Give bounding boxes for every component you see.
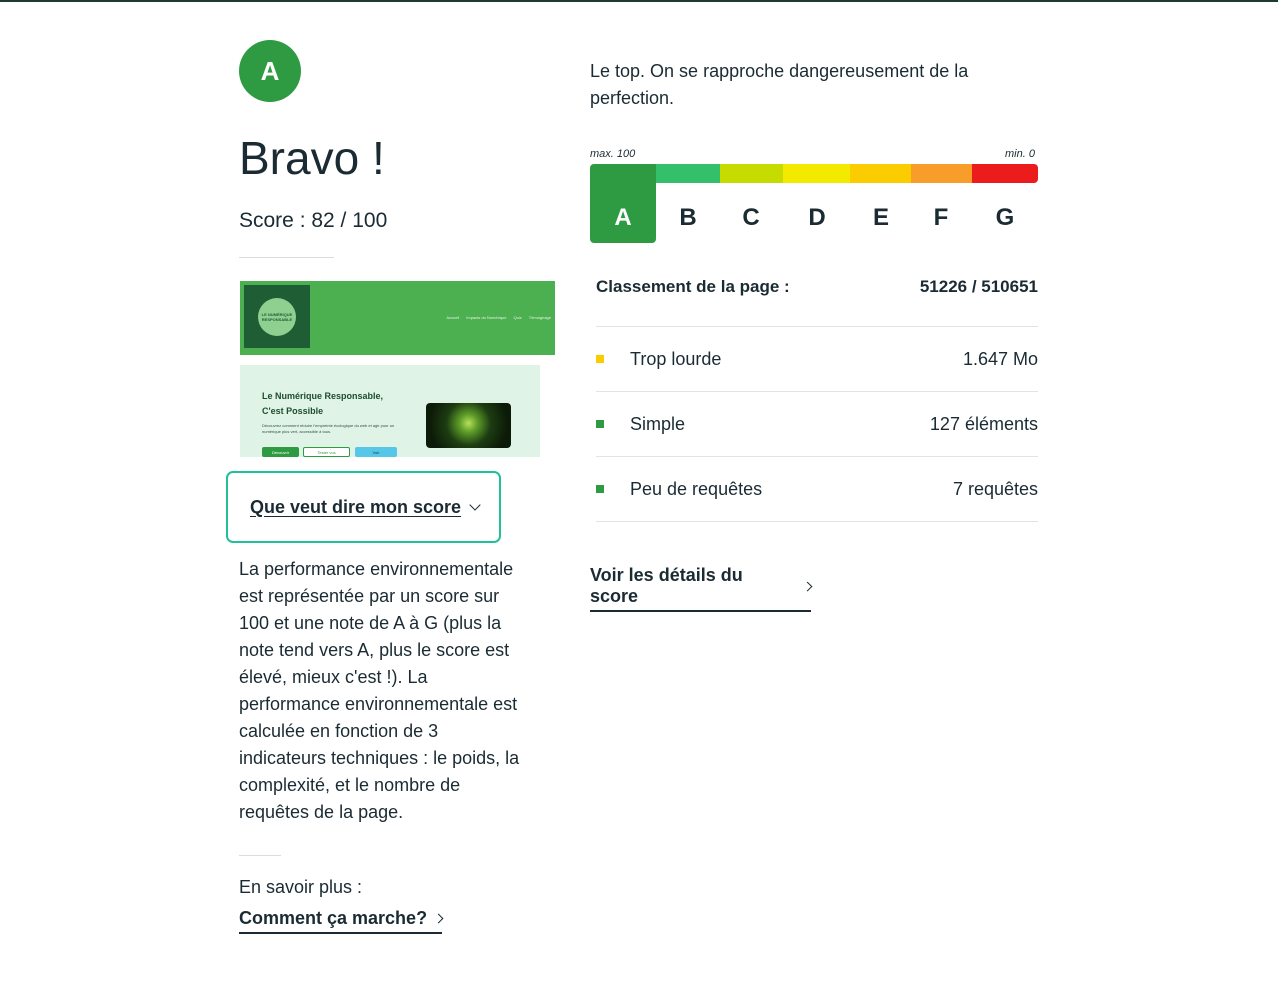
divider xyxy=(239,257,334,258)
grade-badge: A xyxy=(239,40,301,102)
leaf-logo-icon: LE NUMÉRIQUE RESPONSABLE xyxy=(258,297,296,336)
page-screenshot-thumbnail: LE NUMÉRIQUE RESPONSABLE Accueil Impacts… xyxy=(240,281,555,457)
grade-segment-e xyxy=(850,164,911,183)
thumbnail-nav: Accueil Impacts du Numérique Quiz Témoig… xyxy=(446,315,551,320)
status-square-icon xyxy=(596,420,604,428)
thumbnail-logo: LE NUMÉRIQUE RESPONSABLE xyxy=(244,285,310,348)
grade-letter-g: G xyxy=(995,204,1015,231)
thumbnail-button: Voir xyxy=(355,447,397,457)
metric-row-complexity: Simple 127 éléments xyxy=(596,392,1038,457)
page-title: Bravo ! xyxy=(239,132,385,184)
score-verdict: Le top. On se rapproche dangereusement d… xyxy=(590,61,969,108)
thumbnail-button: Tester vos xyxy=(303,447,350,457)
grade-letter-a: A xyxy=(614,204,632,231)
metric-value: 1.647 Mo xyxy=(962,348,1038,369)
metric-value: 127 éléments xyxy=(929,413,1038,434)
scale-max-label: max. 100 xyxy=(590,148,636,160)
thumbnail-nav-item: Témoignage xyxy=(528,315,551,320)
divider xyxy=(239,855,281,856)
learn-more-label: En savoir plus : xyxy=(239,877,363,897)
metric-value: 7 requêtes xyxy=(952,478,1038,499)
thumbnail-hero-title-line: Le Numérique Responsable, xyxy=(262,391,384,401)
score-meaning-label: Que veut dire mon score xyxy=(250,496,462,517)
grade-scale: A B C D E F G xyxy=(590,164,1038,244)
metric-name: Peu de requêtes xyxy=(630,478,763,499)
metric-row-requests: Peu de requêtes 7 requêtes xyxy=(596,457,1038,522)
thumbnail-header: LE NUMÉRIQUE RESPONSABLE Accueil Impacts… xyxy=(240,281,555,355)
score-explanation: La performance environnementale est repr… xyxy=(239,559,520,822)
status-square-icon xyxy=(596,355,604,363)
grade-segment-d xyxy=(783,164,850,183)
grade-letter-b: B xyxy=(679,204,697,231)
score-text: Score : 82 / 100 xyxy=(239,209,388,232)
thumbnail-button: Découvrir xyxy=(262,447,299,457)
chevron-right-icon xyxy=(802,581,813,591)
thumbnail-hero-title-line: C'est Possible xyxy=(262,406,324,416)
grade-letter-d: D xyxy=(808,204,826,231)
how-it-works-label: Comment ça marche? xyxy=(239,908,428,928)
grade-segment-g xyxy=(972,164,1038,183)
metric-name: Simple xyxy=(630,413,686,434)
grade-letter-e: E xyxy=(872,204,889,231)
page-ranking: Classement de la page : 51226 / 510651 xyxy=(596,277,1038,327)
thumbnail-hero-text: Découvrez comment réduire l'empreinte éc… xyxy=(262,423,395,434)
score-meaning-toggle[interactable]: Que veut dire mon score xyxy=(226,471,501,543)
thumbnail-nav-item: Quiz xyxy=(513,315,522,320)
globe-in-hand-image xyxy=(426,403,511,448)
chevron-right-icon xyxy=(433,913,444,924)
metric-name: Trop lourde xyxy=(630,348,722,369)
grade-segment-f xyxy=(911,164,972,183)
chevron-down-icon xyxy=(469,498,481,511)
score-details-link[interactable]: Voir les détails du score xyxy=(590,565,813,612)
grade-segment-b xyxy=(656,164,720,183)
scale-min-label: min. 0 xyxy=(1005,148,1035,160)
grade-letter-f: F xyxy=(933,204,949,231)
thumbnail-hero: Le Numérique Responsable, C'est Possible… xyxy=(240,365,540,457)
ranking-value: 51226 / 510651 xyxy=(919,277,1038,296)
thumbnail-nav-item: Impacts du Numérique xyxy=(466,315,507,320)
score-details-label: Voir les détails du score xyxy=(590,565,743,606)
metric-row-weight: Trop lourde 1.647 Mo xyxy=(596,327,1038,392)
ranking-label: Classement de la page : xyxy=(596,277,790,296)
thumbnail-nav-item: Accueil xyxy=(446,315,460,320)
grade-letter-c: C xyxy=(742,204,760,231)
how-it-works-link[interactable]: Comment ça marche? xyxy=(239,908,444,934)
status-square-icon xyxy=(596,485,604,493)
grade-segment-c xyxy=(720,164,783,183)
thumbnail-hero-title: Le Numérique Responsable, C'est Possible xyxy=(262,389,422,419)
